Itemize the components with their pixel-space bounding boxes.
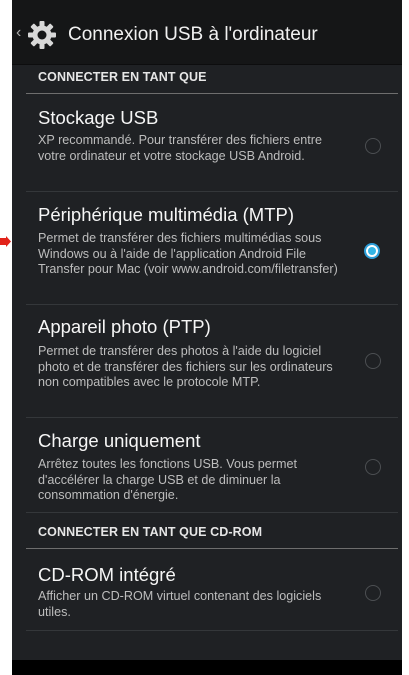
section-header-connect-as: CONNECTER EN TANT QUE (26, 66, 398, 94)
option-description: XP recommandé. Pour transférer des fichi… (38, 133, 322, 163)
settings-screen: ‹ Connexion USB à l'ordinateur CONNECTER… (12, 0, 402, 660)
radio-usb-storage[interactable] (365, 138, 381, 154)
option-title: Périphérique multimédia (MTP) (38, 204, 295, 225)
option-title: Stockage USB (38, 107, 159, 128)
bottom-bezel (12, 660, 402, 675)
section-header-connect-as-cdrom: CONNECTER EN TANT QUE CD-ROM (26, 521, 398, 549)
phone-frame: ‹ Connexion USB à l'ordinateur CONNECTER… (12, 0, 402, 675)
radio-mtp[interactable] (364, 243, 380, 259)
radio-ptp[interactable] (365, 353, 381, 369)
option-description: Arrêtez toutes les fonctions USB. Vous p… (38, 457, 297, 502)
action-bar: ‹ Connexion USB à l'ordinateur (12, 0, 402, 65)
page-title: Connexion USB à l'ordinateur (68, 24, 318, 45)
option-title: Appareil photo (PTP) (38, 316, 211, 337)
option-title: CD-ROM intégré (38, 564, 176, 585)
option-ptp[interactable]: Appareil photo (PTP) Permet de transfére… (26, 306, 398, 418)
option-mtp[interactable]: Périphérique multimédia (MTP) Permet de … (26, 193, 398, 305)
back-caret-icon[interactable]: ‹ (16, 25, 21, 41)
option-description: Permet de transférer des fichiers multim… (38, 231, 338, 276)
annotation-arrow-icon (0, 236, 11, 247)
option-cdrom[interactable]: CD-ROM intégré Afficher un CD-ROM virtue… (26, 556, 398, 631)
radio-charge-only[interactable] (365, 459, 381, 475)
option-description: Afficher un CD-ROM virtuel contenant des… (38, 589, 322, 619)
option-description: Permet de transférer des photos à l'aide… (38, 344, 333, 389)
option-usb-storage[interactable]: Stockage USB XP recommandé. Pour transfé… (26, 101, 398, 192)
radio-cdrom[interactable] (365, 585, 381, 601)
option-charge-only[interactable]: Charge uniquement Arrêtez toutes les fon… (26, 419, 398, 513)
option-title: Charge uniquement (38, 430, 201, 451)
gear-icon[interactable] (26, 19, 58, 51)
